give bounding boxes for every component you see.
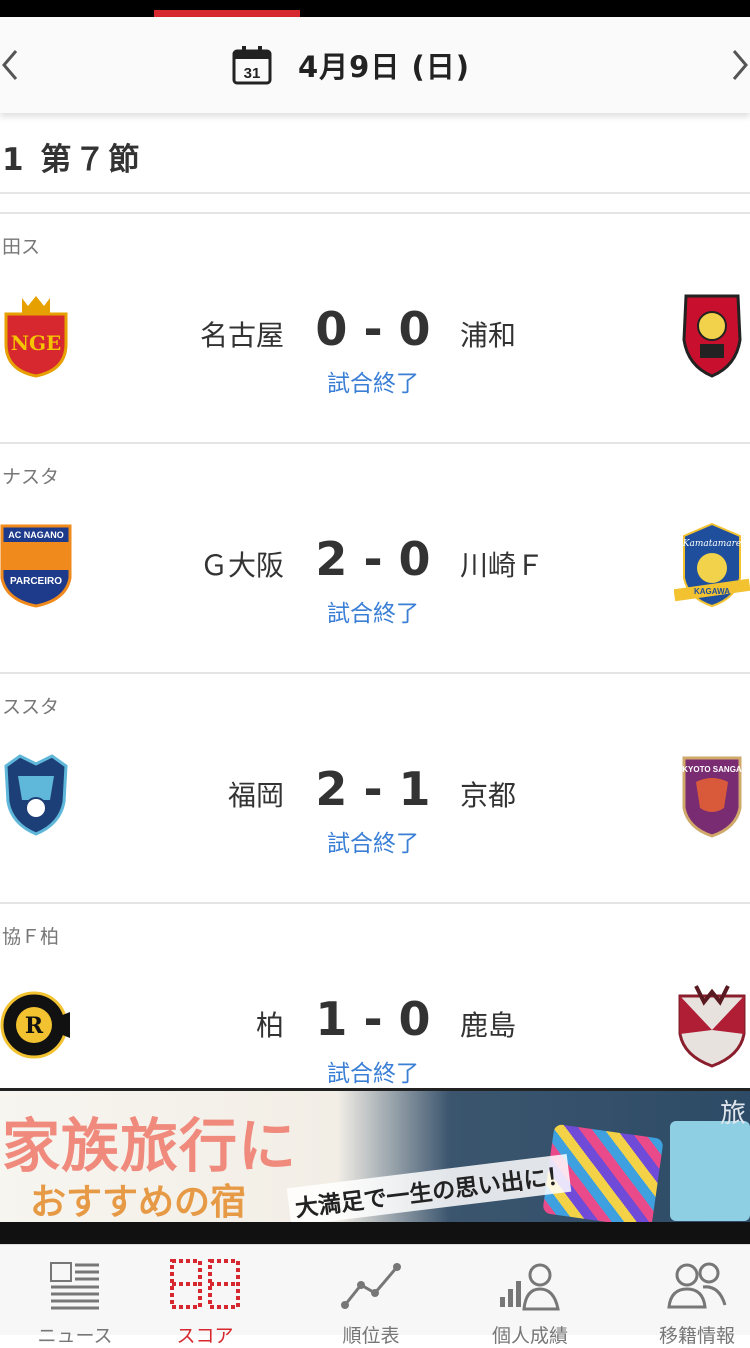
nagano-crest-bottom-text: PARCEIRO: [10, 576, 62, 587]
match-score: 2 - 1: [315, 762, 431, 816]
match-status[interactable]: 試合終了: [300, 824, 446, 858]
chevron-right-icon: [732, 50, 748, 80]
transfer-people-icon: [667, 1262, 727, 1309]
tab-news[interactable]: ニュース: [0, 1245, 150, 1347]
tab-label: 移籍情報: [658, 1325, 735, 1347]
round-header: 1 第７節: [0, 114, 750, 194]
match-status[interactable]: 試合終了: [300, 1054, 446, 1088]
advertisement-banner[interactable]: 旅 家族旅行に おすすめの宿 大満足で一生の思い出に！: [0, 1088, 750, 1225]
nagano-crest-top-text: AC NAGANO: [8, 530, 64, 540]
separator: [0, 1222, 750, 1244]
scoreboard-icon: [170, 1259, 240, 1309]
calendar-icon: 31: [232, 46, 272, 85]
ad-image-pillow-2: [670, 1121, 750, 1221]
next-day-button[interactable]: [720, 47, 750, 83]
tab-player-stats[interactable]: 個人成績: [455, 1245, 605, 1347]
home-team-name: Ｇ大阪: [199, 549, 284, 582]
ad-subheadline: おすすめの宿: [30, 1182, 247, 1223]
chevron-left-icon: [2, 50, 18, 80]
kyoto-crest-icon: KYOTO SANGA: [682, 756, 742, 838]
match-score: 1 - 0: [315, 992, 431, 1046]
tab-indicator: [154, 10, 300, 17]
line-chart-icon: [341, 1263, 401, 1309]
nagano-crest-icon: AC NAGANO PARCEIRO: [0, 524, 72, 608]
away-team-name: 京都: [460, 779, 517, 812]
away-team-name: 鹿島: [460, 1009, 517, 1042]
tab-label: 個人成績: [491, 1325, 568, 1347]
kyoto-crest-text: KYOTO SANGA: [682, 765, 742, 774]
tab-score[interactable]: スコア: [130, 1245, 280, 1347]
ad-brand-text: 旅: [719, 1099, 746, 1129]
kashiwa-crest-icon: R: [0, 991, 70, 1059]
venue-label: ススタ: [2, 696, 60, 718]
home-team-name: 柏: [255, 1009, 284, 1042]
venue-label: 協Ｆ柏: [2, 926, 60, 948]
status-bar: [0, 0, 750, 17]
tab-label: ニュース: [37, 1325, 113, 1347]
current-date: 4月9日 (日): [298, 50, 470, 84]
away-team-name: 川崎Ｆ: [460, 549, 545, 582]
urawa-crest-icon: [682, 294, 742, 378]
calendar-day-number: 31: [244, 65, 261, 82]
kashima-crest-icon: [678, 985, 746, 1068]
tab-standings[interactable]: 順位表: [296, 1245, 446, 1347]
kashiwa-crest-letter: R: [25, 1013, 44, 1039]
nagoya-crest-icon: NGE: [4, 296, 68, 378]
date-navigation-bar: 31 4月9日 (日): [0, 17, 750, 113]
kamatamare-crest-bottom-text: KAGAWA: [694, 587, 730, 596]
venue-label: ナスタ: [2, 466, 60, 488]
match-score: 2 - 0: [315, 532, 431, 586]
kamatamare-crest-top-text: Kamatamare: [682, 539, 742, 549]
match-row[interactable]: 田ス NGE 名古屋 0 - 0 浦和 試合終了: [0, 212, 750, 444]
ad-headline: 家族旅行に: [2, 1112, 298, 1180]
kamatamare-crest-icon: Kamatamare KAGAWA: [674, 522, 750, 608]
bottom-tab-bar: ニュース スコア 順位表 個人成績 移籍情報: [0, 1244, 750, 1347]
match-row[interactable]: ナスタ AC NAGANO PARCEIRO Ｇ大阪 2 - 0 川崎Ｆ 試合終…: [0, 442, 750, 674]
news-icon: [50, 1262, 99, 1310]
home-team-name: 福岡: [227, 779, 284, 812]
date-picker[interactable]: 31 4月9日 (日): [232, 43, 470, 87]
venue-label: 田ス: [2, 236, 41, 258]
match-status[interactable]: 試合終了: [300, 364, 446, 398]
match-score: 0 - 0: [315, 302, 431, 356]
nagoya-crest-text: NGE: [11, 331, 62, 355]
match-status[interactable]: 試合終了: [300, 594, 446, 628]
player-stats-icon: [500, 1263, 560, 1311]
ad-tagline: 大満足で一生の思い出に！: [286, 1153, 572, 1225]
tab-label: スコア: [176, 1325, 234, 1347]
home-team-name: 名古屋: [199, 319, 284, 352]
round-title: 1 第７節: [2, 142, 143, 178]
tab-transfers[interactable]: 移籍情報: [622, 1245, 750, 1347]
tab-label: 順位表: [342, 1325, 400, 1347]
match-row[interactable]: ススタ 福岡 2 - 1 京都 試合終了 KYOTO SANGA: [0, 672, 750, 904]
previous-day-button[interactable]: [0, 47, 30, 83]
away-team-name: 浦和: [460, 319, 517, 352]
fukuoka-crest-icon: [4, 754, 68, 836]
